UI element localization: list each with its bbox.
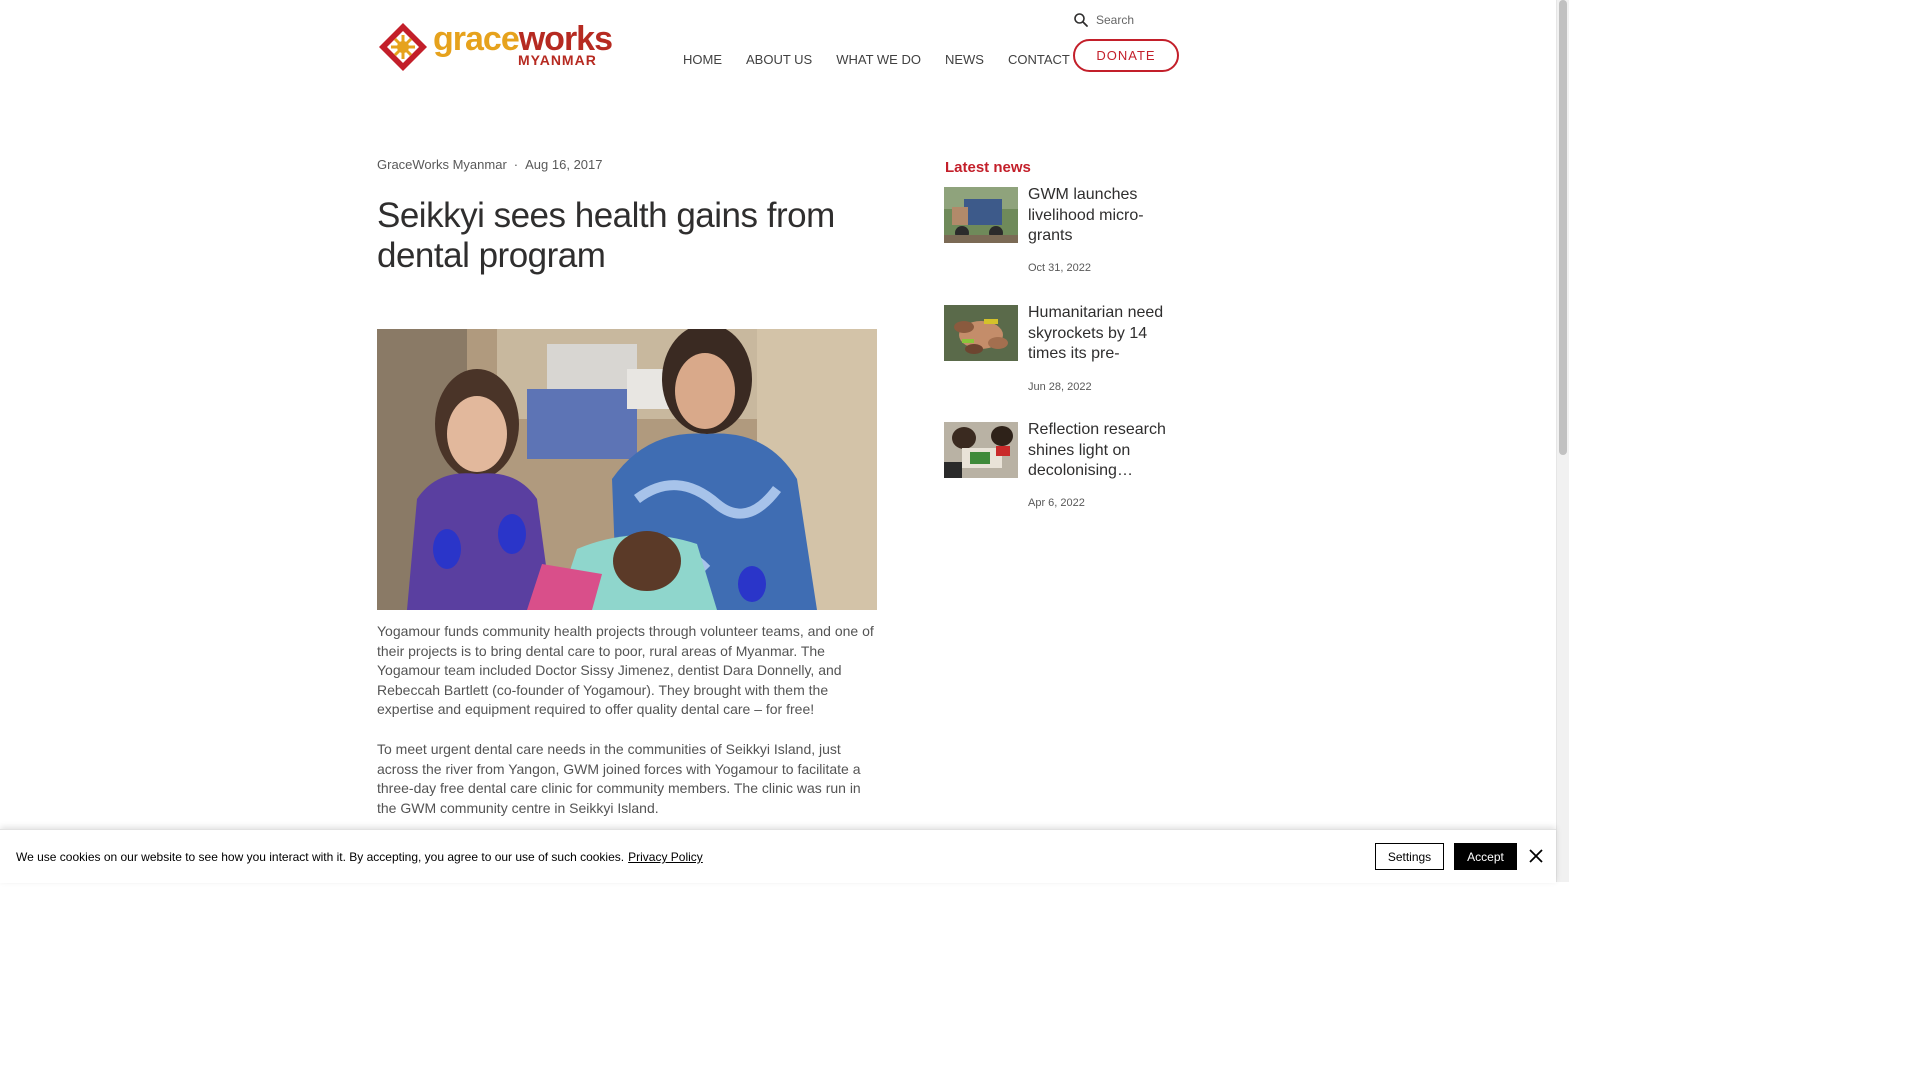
news-thumbnail-image	[944, 187, 1018, 243]
nav-news[interactable]: NEWS	[933, 52, 996, 67]
news-thumbnail-image	[944, 305, 1018, 361]
news-date: Jun 28, 2022	[1028, 381, 1092, 393]
news-title[interactable]: Reflection research shines light on deco…	[1028, 420, 1168, 482]
post-author[interactable]: GraceWorks Myanmar	[377, 157, 507, 172]
news-thumbnail[interactable]	[944, 305, 1018, 361]
donate-button[interactable]: DONATE	[1073, 39, 1179, 72]
nav-home[interactable]: HOME	[671, 52, 734, 67]
dental-clinic-photo-image	[377, 329, 877, 610]
main-nav: HOME ABOUT US WHAT WE DO NEWS CONTACT US	[671, 52, 1103, 67]
news-thumbnail[interactable]	[944, 422, 1018, 478]
search-input[interactable]	[1096, 13, 1186, 27]
post-paragraph: Yogamour funds community health projects…	[377, 623, 874, 718]
meta-separator: ·	[513, 157, 519, 172]
nav-what-we-do[interactable]: WHAT WE DO	[824, 52, 933, 67]
news-item[interactable]: GWM launches livelihood micro-grants Oct…	[944, 185, 1174, 282]
latest-news-heading: Latest news	[945, 159, 1031, 176]
page-scrollbar[interactable]	[1556, 0, 1569, 882]
cookie-message: We use cookies on our website to see how…	[16, 850, 625, 864]
news-thumbnail-image	[944, 422, 1018, 478]
cookie-settings-button[interactable]: Settings	[1375, 843, 1444, 870]
news-date: Oct 31, 2022	[1028, 262, 1091, 274]
news-title[interactable]: Humanitarian need skyrockets by 14 times…	[1028, 303, 1168, 365]
close-icon[interactable]	[1527, 847, 1545, 865]
news-thumbnail[interactable]	[944, 187, 1018, 243]
news-date: Apr 6, 2022	[1028, 497, 1085, 509]
graceworks-logo[interactable]: graceworks MYANMAR	[378, 20, 613, 74]
post-title: Seikkyi sees health gains from dental pr…	[377, 196, 835, 275]
search-icon[interactable]	[1073, 12, 1089, 28]
post-date: Aug 16, 2017	[525, 157, 603, 172]
privacy-policy-link[interactable]: Privacy Policy	[628, 850, 703, 864]
post-photo	[377, 329, 877, 610]
nav-about-us[interactable]: ABOUT US	[734, 52, 824, 67]
news-title[interactable]: GWM launches livelihood micro-grants	[1028, 185, 1168, 247]
cookie-text: We use cookies on our website to see how…	[16, 850, 703, 864]
scrollbar-thumb[interactable]	[1559, 0, 1567, 455]
news-item[interactable]: Humanitarian need skyrockets by 14 times…	[944, 303, 1174, 400]
search-bar[interactable]	[1073, 8, 1193, 32]
logo-mark-icon	[379, 23, 427, 71]
post-paragraph: To meet urgent dental care needs in the …	[377, 741, 861, 816]
news-item[interactable]: Reflection research shines light on deco…	[944, 420, 1174, 517]
logo-subtitle: MYANMAR	[518, 52, 597, 68]
post-meta: GraceWorks Myanmar · Aug 16, 2017	[377, 157, 603, 172]
cookie-accept-button[interactable]: Accept	[1454, 843, 1517, 870]
cookie-consent-banner: We use cookies on our website to see how…	[0, 829, 1556, 883]
